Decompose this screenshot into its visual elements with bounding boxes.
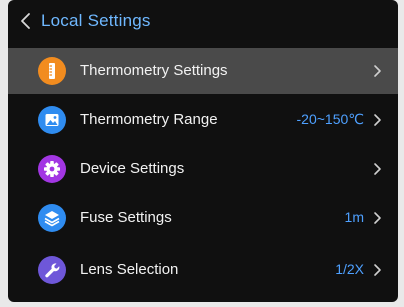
- menu-item-label: Thermometry Settings: [80, 62, 228, 79]
- chevron-right-icon: [372, 162, 382, 176]
- menu-item-label: Lens Selection: [80, 261, 179, 278]
- page-title: Local Settings: [41, 11, 151, 30]
- menu-item-label: Fuse Settings: [80, 209, 172, 226]
- chevron-right-icon: [372, 211, 382, 225]
- gear-icon: [38, 155, 66, 183]
- wrench-icon: [38, 256, 66, 284]
- menu-item-value: 1/2X: [335, 261, 364, 277]
- local-settings-screen: Local Settings Thermometry Settings Ther…: [8, 0, 398, 302]
- menu-item-device-settings[interactable]: Device Settings: [8, 146, 398, 192]
- thermometer-icon: [38, 57, 66, 85]
- menu-item-thermometry-settings[interactable]: Thermometry Settings: [8, 48, 398, 94]
- image-icon: [38, 106, 66, 134]
- chevron-left-icon[interactable]: [18, 11, 34, 31]
- menu-item-thermometry-range[interactable]: Thermometry Range -20~150℃: [8, 97, 398, 143]
- menu-item-value: 1m: [344, 209, 364, 225]
- menu-item-fuse-settings[interactable]: Fuse Settings 1m: [8, 195, 398, 241]
- chevron-right-icon: [372, 263, 382, 277]
- menu-item-label: Device Settings: [80, 160, 185, 177]
- menu-item-lens-selection[interactable]: Lens Selection 1/2X: [8, 247, 398, 293]
- chevron-right-icon: [372, 113, 382, 127]
- header: Local Settings: [8, 0, 398, 44]
- menu-item-label: Thermometry Range: [80, 111, 218, 128]
- chevron-right-icon: [372, 64, 382, 78]
- layers-icon: [38, 204, 66, 232]
- menu-item-value: -20~150℃: [296, 111, 365, 127]
